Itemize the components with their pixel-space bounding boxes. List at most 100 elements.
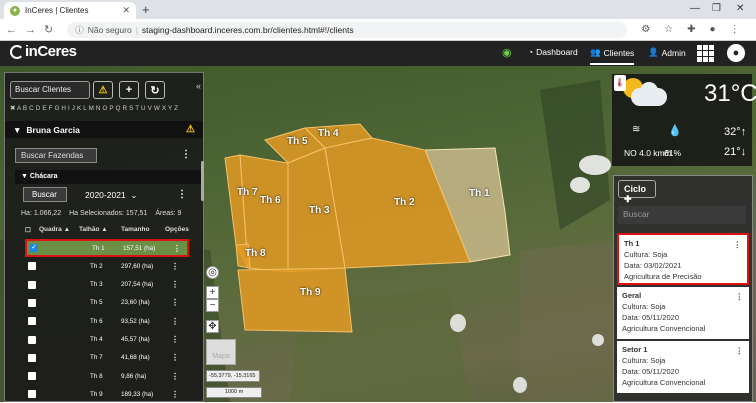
plot-label-th3[interactable]: Th 3 [309,205,330,216]
card-options-icon[interactable]: ⋮ [734,239,742,250]
maximize-icon[interactable]: ❐ [712,3,721,14]
select-all-checkbox[interactable]: ☐ [25,226,31,234]
user-avatar-icon[interactable]: ● [727,44,745,62]
client-options-icon[interactable]: ⋮ [181,149,191,160]
row-options-icon[interactable]: ⋮ [171,317,179,326]
max-temp: 32°↑ [724,126,747,138]
row-options-icon[interactable]: ⋮ [171,335,179,344]
farm-header[interactable]: ▼ Chácara [15,170,201,184]
nav-dashboard[interactable]: ◔ Dashboard [528,47,578,57]
row-checkbox[interactable] [28,317,36,326]
table-row[interactable]: Th 6 93,52 (ha) ⋮ [25,312,189,330]
season-select[interactable]: 2020-2021 ⌄ [85,190,138,201]
table-row[interactable]: Th 3 207,54 (ha) ⋮ [25,276,189,294]
add-cycle-button[interactable]: Ciclo ✚ [618,180,656,204]
info-icon[interactable]: ⓘ [75,24,84,36]
row-options-icon[interactable]: ⋮ [171,372,179,381]
row-options-icon[interactable]: ⋮ [171,390,179,399]
plot-label-th9[interactable]: Th 9 [300,287,321,298]
extension-icon[interactable]: ⚙ [641,24,650,35]
warning-icon: ⚠ [98,84,108,96]
warning-button[interactable]: ⚠ [93,81,113,99]
col-tamanho[interactable]: Tamanho [121,226,149,233]
table-row[interactable]: Th 9 189,33 (ha) ⋮ [25,385,189,403]
close-window-icon[interactable]: ✕ [736,3,744,14]
row-checkbox[interactable] [28,390,36,399]
row-checkbox[interactable] [28,335,36,344]
close-tab-icon[interactable]: ✕ [122,5,130,16]
cycle-panel: Ciclo ✚ Buscar Th 1 ⋮ Cultura: Soja Data: … [613,175,753,402]
inceres-logo[interactable]: inCeres [10,43,77,60]
profile-icon[interactable]: ● [710,24,716,35]
alphabet-filter[interactable]: ✖ A B C D E F G H I J K L M N O P Q R S … [10,105,178,112]
row-checkbox[interactable] [28,262,36,271]
refresh-button[interactable]: ↻ [145,81,165,99]
search-clients-input[interactable]: Buscar Clientes [10,81,90,99]
zoom-in-button[interactable]: + [206,286,219,299]
row-checkbox[interactable] [28,298,36,307]
row-options-icon[interactable]: ⋮ [171,262,179,271]
pan-icon[interactable]: ✥ [206,320,219,333]
table-row[interactable]: ✓ Th 1 157,51 (ha) ⋮ [25,239,189,257]
browser-tab[interactable]: ● InCeres | Clientes ✕ [4,2,136,19]
basemap-toggle[interactable]: Mapa [206,339,236,365]
table-row[interactable]: Th 7 41,68 (ha) ⋮ [25,349,189,367]
add-client-button[interactable]: + [119,81,139,99]
plot-label-th6[interactable]: Th 6 [260,195,281,206]
collapse-sidebar-icon[interactable]: « [196,81,201,91]
plot-size: 189,33 (ha) [121,390,154,398]
search-button[interactable]: Buscar [23,187,67,202]
star-icon[interactable]: ☆ [664,24,673,35]
table-row[interactable]: Th 4 45,57 (ha) ⋮ [25,331,189,349]
nav-clientes[interactable]: 👥 Clientes [590,47,635,65]
warning-icon[interactable]: ⚠ [186,124,195,135]
locate-icon[interactable]: ◎ [206,266,219,279]
row-options-icon[interactable]: ⋮ [171,353,179,362]
row-checkbox[interactable] [28,353,36,362]
col-quadra[interactable]: Quadra ▲ [39,226,70,233]
puzzle-icon[interactable]: ✚ [687,24,695,35]
plot-label-th7[interactable]: Th 7 [237,187,258,198]
plot-label-th1[interactable]: Th 1 [469,188,490,199]
row-options-icon[interactable]: ⋮ [173,244,181,253]
new-tab-button[interactable]: + [142,2,150,17]
reload-icon[interactable]: ↻ [44,23,53,36]
row-checkbox[interactable] [28,372,36,381]
row-checkbox[interactable]: ✓ [30,244,38,252]
apps-grid-icon[interactable] [697,45,714,62]
search-farms-input[interactable]: Buscar Fazendas [15,148,97,163]
thermometer-icon[interactable]: 🌡 [614,75,626,91]
plot-label-th5[interactable]: Th 5 [287,136,308,147]
table-row[interactable]: Th 2 297,60 (ha) ⋮ [25,257,189,275]
plot-label-th2[interactable]: Th 2 [394,197,415,208]
weather-widget: 31°C ≋ NO 4.0 km/h 💧 61% 32°↑ 21°↓ [612,74,756,166]
cycle-card[interactable]: Th 1 ⋮ Cultura: Soja Data: 03/02/2021 Agric… [617,233,749,285]
url-field[interactable]: ⓘ Não seguro | staging-dashboard.inceres… [67,21,628,38]
table-row[interactable]: Th 5 23,60 (ha) ⋮ [25,294,189,312]
cycle-search-input[interactable]: Buscar [618,206,746,224]
plot-label-th4[interactable]: Th 4 [318,128,339,139]
nav-admin[interactable]: 👤 Admin [648,47,686,58]
farm-options-icon[interactable]: ⋮ [177,189,187,200]
col-talhao[interactable]: Talhão ▲ [79,226,108,233]
row-checkbox[interactable] [28,280,36,289]
plot-size: 297,60 (ha) [121,262,154,270]
card-options-icon[interactable]: ⋮ [736,291,744,302]
plot-name: Th 9 [90,390,103,398]
client-header[interactable]: ▼ Bruna Garcia ⚠ [5,121,203,138]
plot-name: Th 6 [90,317,103,325]
table-row[interactable]: Th 8 9,86 (ha) ⋮ [25,367,189,385]
card-options-icon[interactable]: ⋮ [736,345,744,356]
zoom-out-button[interactable]: − [206,299,219,312]
plot-label-th8[interactable]: Th 8 [245,248,266,259]
row-options-icon[interactable]: ⋮ [171,298,179,307]
menu-icon[interactable]: ⋮ [730,24,740,35]
minimize-icon[interactable]: — [690,3,700,14]
forward-icon[interactable]: → [25,24,36,36]
back-icon[interactable]: ← [6,24,17,36]
caret-down-icon: ▼ [13,124,22,135]
cycle-card[interactable]: Setor 1 ⋮ Cultura: Soja Data: 05/11/2020 Ag… [617,341,749,393]
scrollbar[interactable] [201,161,204,201]
row-options-icon[interactable]: ⋮ [171,280,179,289]
cycle-card[interactable]: Geral ⋮ Cultura: Soja Data: 05/11/2020 Agri… [617,287,749,339]
